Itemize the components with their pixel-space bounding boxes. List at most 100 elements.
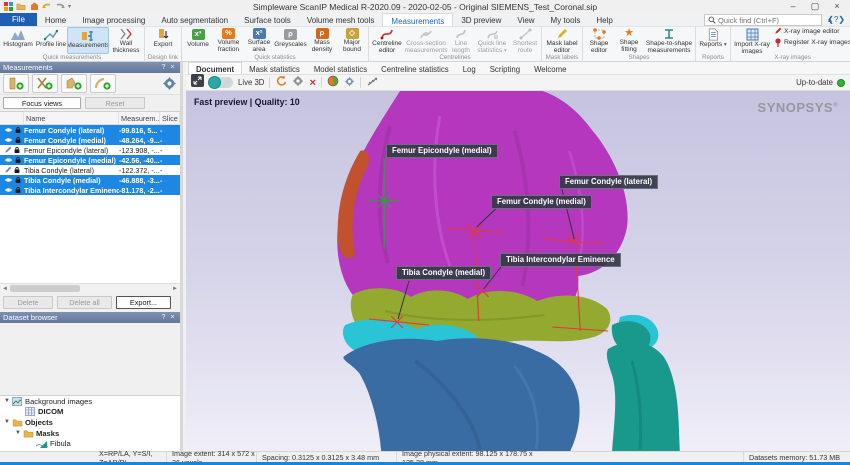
panel-help-icon[interactable]: ? — [159, 64, 168, 71]
tree-item-dicom[interactable]: DICOM — [0, 407, 180, 418]
measurement-settings-gear-icon[interactable] — [162, 76, 177, 91]
panel-help-icon[interactable]: ? — [159, 314, 168, 321]
xray-image-editor-link[interactable]: X-ray image editor — [774, 27, 850, 35]
tab-help[interactable]: Help — [588, 13, 620, 26]
qat-dropdown-caret[interactable]: ▾ — [68, 3, 71, 10]
eye-icon[interactable] — [4, 187, 13, 193]
major-bound-button[interactable]: ◇ Major bound — [337, 27, 367, 54]
lock-icon[interactable] — [14, 166, 20, 174]
maximize-button[interactable]: ▢ — [804, 0, 826, 12]
measurement-row[interactable]: Femur Condyle (lateral) -99.816, 5... - — [0, 125, 180, 135]
shortest-route-button[interactable]: Shortest route — [510, 27, 540, 54]
histogram-button[interactable]: Histogram — [1, 27, 35, 54]
col-slice[interactable]: Slice — [160, 112, 180, 124]
volume-fraction-button[interactable]: % Volume fraction — [213, 27, 244, 54]
measurement-row[interactable]: Tibia Condyle (medial) -46.888, -3... - — [0, 175, 180, 185]
cross-section-measurements-button[interactable]: Cross-section measurements — [404, 27, 448, 54]
reports-button[interactable]: Reports ▾ — [697, 27, 729, 54]
add-angle-measurement-button[interactable] — [90, 74, 116, 93]
add-linear-measurement-button[interactable] — [3, 74, 29, 93]
tab-home[interactable]: Home — [37, 13, 74, 26]
lock-icon[interactable] — [15, 126, 21, 134]
pencil-icon[interactable] — [4, 146, 12, 154]
tab-file[interactable]: File — [0, 13, 37, 26]
tree-item-fibula[interactable]: Fibula — [0, 438, 180, 449]
centreline-editor-button[interactable]: Centreline editor — [370, 27, 404, 54]
3d-viewport[interactable]: Fast preview | Quality: 10 SYNOPSYS® Fem… — [186, 91, 850, 451]
live-3d-toggle[interactable] — [208, 76, 233, 89]
clip-settings-icon[interactable] — [344, 74, 355, 92]
col-measurement[interactable]: Measurem... — [119, 112, 160, 124]
close-button[interactable]: × — [826, 0, 848, 12]
quick-find-box[interactable] — [704, 14, 822, 26]
measurement-row[interactable]: Femur Epicondyle (lateral) -123.908, -..… — [0, 145, 180, 155]
register-xray-images-link[interactable]: Register X-ray images — [774, 38, 850, 47]
scrollbar-thumb[interactable] — [10, 285, 80, 292]
scroll-right-arrow[interactable]: ► — [170, 284, 180, 294]
save-project-icon[interactable] — [29, 2, 39, 11]
eye-icon[interactable] — [4, 157, 13, 163]
export-button[interactable]: Export — [146, 27, 180, 54]
doc-tab-scripting[interactable]: Scripting — [483, 62, 527, 74]
focus-views-button[interactable]: Focus views — [3, 97, 81, 109]
measurement-row[interactable]: Tibia Condyle (lateral) -122.372, -... - — [0, 165, 180, 175]
tab-view[interactable]: View — [509, 13, 542, 26]
scroll-left-arrow[interactable]: ◄ — [0, 284, 10, 294]
pencil-icon[interactable] — [4, 166, 12, 174]
doc-tab-mask-statistics[interactable]: Mask statistics — [242, 62, 307, 74]
delete-button[interactable]: Delete — [3, 295, 53, 309]
profile-line-button[interactable]: Profile line — [35, 27, 67, 54]
mass-density-button[interactable]: ρ Mass density — [307, 27, 337, 54]
render-settings-gear-icon[interactable] — [292, 74, 304, 92]
minimize-button[interactable]: – — [782, 0, 804, 12]
add-crosshair-measurement-button[interactable] — [32, 74, 58, 93]
redo-icon[interactable] — [55, 2, 65, 11]
doc-tab-centreline-statistics[interactable]: Centreline statistics — [374, 62, 456, 74]
export-measurements-button[interactable]: Export... — [116, 295, 171, 309]
cancel-icon[interactable]: × — [309, 77, 315, 88]
wall-thickness-button[interactable]: Wall thickness — [109, 27, 143, 54]
lock-icon[interactable] — [14, 146, 20, 154]
horizontal-scrollbar[interactable]: ◄ ► — [0, 283, 180, 293]
tab-auto-segmentation[interactable]: Auto segmentation — [153, 13, 236, 26]
tree-item-masks[interactable]: ▼ Masks — [0, 428, 180, 439]
doc-tab-welcome[interactable]: Welcome — [527, 62, 573, 74]
tab-image-processing[interactable]: Image processing — [74, 13, 153, 26]
measurement-row[interactable]: Tibia Intercondylar Eminence -81.178, -2… — [0, 185, 180, 195]
lock-icon[interactable] — [15, 186, 21, 194]
measure-tool-icon[interactable] — [366, 74, 379, 92]
tab-3d-preview[interactable]: 3D preview — [453, 13, 509, 26]
shape-to-shape-measurements-button[interactable]: Shape-to-shape measurements — [644, 27, 694, 54]
eye-icon[interactable] — [4, 137, 13, 143]
col-name[interactable]: Name — [24, 112, 119, 124]
measurement-row[interactable]: Femur Condyle (medial) -48.264, -9... - — [0, 135, 180, 145]
shape-fitting-button[interactable]: ★ Shape fitting — [614, 27, 644, 54]
eye-icon[interactable] — [4, 177, 13, 183]
surface-area-button[interactable]: x² Surface area — [244, 27, 274, 54]
doc-tab-document[interactable]: Document — [188, 62, 243, 74]
expand-arrow-icon[interactable]: ▼ — [14, 430, 22, 436]
import-xray-images-button[interactable]: Import X-ray images — [732, 27, 772, 54]
tree-item-objects[interactable]: ▼ Objects — [0, 417, 180, 428]
quick-line-statistics-button[interactable]: Quick line statistics ▾ — [474, 27, 510, 54]
tree-item-background-images[interactable]: ▼ Background images — [0, 396, 180, 407]
panel-close-icon[interactable]: × — [168, 64, 177, 71]
doc-tab-model-statistics[interactable]: Model statistics — [307, 62, 374, 74]
reset-button[interactable]: Reset — [85, 97, 145, 109]
eye-icon[interactable] — [4, 127, 13, 133]
refresh-preview-icon[interactable] — [275, 74, 287, 92]
tab-volume-mesh-tools[interactable]: Volume mesh tools — [299, 13, 383, 26]
lock-icon[interactable] — [15, 136, 21, 144]
tab-my-tools[interactable]: My tools — [543, 13, 589, 26]
lock-icon[interactable] — [15, 176, 21, 184]
expand-arrow-icon[interactable]: ▼ — [3, 398, 11, 404]
tab-surface-tools[interactable]: Surface tools — [236, 13, 299, 26]
mask-label-editor-button[interactable]: Mask label editor — [543, 27, 581, 54]
delete-all-button[interactable]: Delete all — [57, 295, 112, 309]
shape-editor-button[interactable]: Shape editor — [584, 27, 614, 54]
panel-close-icon[interactable]: × — [168, 314, 177, 321]
add-area-measurement-button[interactable] — [61, 74, 87, 93]
lock-icon[interactable] — [15, 156, 21, 164]
orientation-sphere-icon[interactable] — [327, 74, 339, 92]
expand-arrow-icon[interactable]: ▼ — [3, 419, 11, 425]
